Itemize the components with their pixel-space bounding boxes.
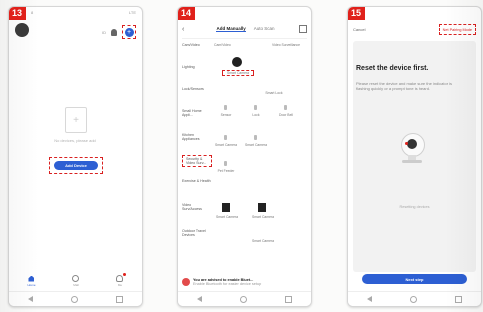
sidebar-item-exercise[interactable]: Exercise & Health bbox=[182, 179, 211, 183]
phone-screen-reset-device: 15 Cancel Net Pairing Mode Reset the dev… bbox=[347, 6, 482, 307]
tab-home-label: Home bbox=[27, 282, 36, 287]
step-number-badge: 14 bbox=[178, 7, 195, 20]
sidebar-item-lock-sensors[interactable]: Lock/Sensors bbox=[182, 87, 204, 91]
sidebar-item-lighting[interactable]: Lighting bbox=[182, 65, 195, 69]
notification-dot bbox=[123, 273, 127, 276]
device-cell-smart-camera[interactable]: Smart Camera bbox=[250, 239, 276, 243]
pairing-mode-highlight: Net Pairing Mode bbox=[438, 24, 476, 35]
resetting-devices-link[interactable]: Resetting devices bbox=[348, 205, 481, 209]
recents-nav-icon[interactable] bbox=[285, 295, 292, 303]
camera-device-icon bbox=[222, 203, 230, 212]
empty-state-text: No devices, please add bbox=[54, 138, 96, 143]
category-label-right: Video Surveillance bbox=[271, 43, 301, 47]
tab-add-manually[interactable]: Add Manually bbox=[216, 26, 246, 32]
device-cell-smart-camera[interactable]: Smart Camera bbox=[214, 215, 240, 219]
step-number-badge: 13 bbox=[9, 7, 26, 20]
phone-screen-home: 13 8 LTE ID + + No devices, please add A… bbox=[8, 6, 143, 307]
bottom-tab-bar: Home Mall Me bbox=[9, 271, 142, 291]
tab-me-label: Me bbox=[117, 283, 123, 287]
phone-screen-add-manually: 14 ‹ Add Manually Auto Scan Cam/Video Li… bbox=[177, 6, 312, 307]
device-cell-door-bell[interactable]: Door Bell bbox=[274, 113, 298, 117]
tab-home[interactable]: Home bbox=[27, 275, 36, 287]
home-nav-icon[interactable] bbox=[71, 295, 78, 303]
scan-icon[interactable] bbox=[299, 25, 307, 33]
device-cell-smart-camera-highlight[interactable]: Smart Camera bbox=[222, 70, 254, 76]
sidebar-item-cam-video[interactable]: Cam/Video bbox=[182, 43, 200, 47]
camera-illustration bbox=[398, 133, 428, 163]
lock-icon bbox=[254, 105, 257, 110]
back-nav-icon[interactable] bbox=[197, 296, 202, 302]
tab-me[interactable]: Me bbox=[116, 273, 127, 287]
cancel-button[interactable]: Cancel bbox=[353, 27, 365, 32]
camera-icon bbox=[224, 161, 227, 166]
divider bbox=[182, 38, 307, 39]
tab-auto-scan[interactable]: Auto Scan bbox=[254, 26, 275, 32]
tab-mall-label: Mall bbox=[73, 283, 79, 287]
sidebar-item-kitchen[interactable]: Kitchen Appliances bbox=[182, 133, 212, 141]
recents-nav-icon[interactable] bbox=[116, 295, 123, 303]
pairing-mode-select[interactable]: Net Pairing Mode bbox=[443, 28, 472, 32]
doorbell-icon bbox=[284, 105, 287, 110]
camera-icon bbox=[254, 135, 257, 140]
add-device-highlight: Add Device bbox=[49, 157, 103, 174]
status-signal: LTE bbox=[128, 10, 136, 15]
back-nav-icon[interactable] bbox=[28, 296, 33, 302]
device-cell-lock[interactable]: Lock bbox=[244, 113, 268, 117]
camera-device-icon bbox=[258, 203, 266, 212]
home-nav-icon[interactable] bbox=[410, 295, 417, 303]
device-cell-sensor[interactable]: Sensor bbox=[214, 113, 238, 117]
device-cell-pet-feeder[interactable]: Pet Feeder bbox=[214, 169, 238, 173]
status-time: 8 bbox=[31, 10, 34, 15]
add-device-header: ‹ Add Manually Auto Scan bbox=[178, 23, 311, 35]
bluetooth-icon bbox=[182, 278, 190, 286]
step-number-badge: 15 bbox=[348, 7, 365, 20]
me-icon bbox=[116, 275, 124, 282]
camera-icon bbox=[224, 135, 227, 140]
sidebar-item-security-video[interactable]: Security & Video Surv... bbox=[182, 155, 212, 167]
back-icon[interactable]: ‹ bbox=[182, 26, 192, 33]
system-nav-bar bbox=[348, 291, 481, 306]
device-cell-smart-camera[interactable]: Smart Camera bbox=[244, 143, 268, 147]
sidebar-item-video-surv[interactable]: Video Surv/Access bbox=[182, 203, 212, 211]
device-cell-smart-camera[interactable]: Smart Camera bbox=[214, 143, 238, 147]
category-label-left: Cam/Video bbox=[214, 43, 231, 47]
recents-nav-icon[interactable] bbox=[455, 295, 462, 303]
home-icon bbox=[28, 275, 35, 282]
bluetooth-banner[interactable]: You are advised to enable Bluet... Enable… bbox=[182, 275, 307, 289]
sidebar-item-outdoor[interactable]: Outdoor Travel Devices bbox=[182, 229, 212, 237]
device-cell-smart-camera[interactable]: Smart Camera bbox=[250, 215, 276, 219]
system-nav-bar bbox=[178, 291, 311, 306]
empty-device-icon: + bbox=[65, 107, 87, 133]
reset-header: Cancel Net Pairing Mode bbox=[348, 23, 481, 36]
add-device-top-highlight: + bbox=[122, 25, 136, 39]
home-id-text: ID bbox=[102, 29, 106, 35]
next-step-button[interactable]: Next step bbox=[362, 274, 467, 284]
indicator-light bbox=[405, 142, 408, 145]
sidebar-item-small-home[interactable]: Small Home Appli... bbox=[182, 109, 212, 117]
back-nav-icon[interactable] bbox=[367, 296, 372, 302]
mall-icon bbox=[72, 275, 80, 282]
home-top-actions: ID + bbox=[102, 25, 136, 39]
sensor-icon bbox=[224, 105, 227, 110]
banner-subtitle: Enable Bluetooth for easier device setup bbox=[193, 282, 262, 286]
plus-icon[interactable]: + bbox=[124, 27, 134, 37]
add-device-button[interactable]: Add Device bbox=[54, 161, 98, 170]
system-nav-bar bbox=[9, 291, 142, 306]
device-cell-smart-lock[interactable]: Smart Lock bbox=[254, 91, 294, 95]
tab-mall[interactable]: Mall bbox=[72, 275, 80, 287]
status-bar: 8 LTE bbox=[31, 10, 136, 18]
smart-camera-icon[interactable] bbox=[232, 57, 242, 67]
reset-description: Please reset the device and make sure th… bbox=[356, 81, 453, 91]
avatar[interactable] bbox=[15, 23, 29, 37]
reset-title: Reset the device first. bbox=[356, 65, 429, 72]
notification-icon[interactable] bbox=[111, 28, 117, 36]
home-nav-icon[interactable] bbox=[240, 295, 247, 303]
